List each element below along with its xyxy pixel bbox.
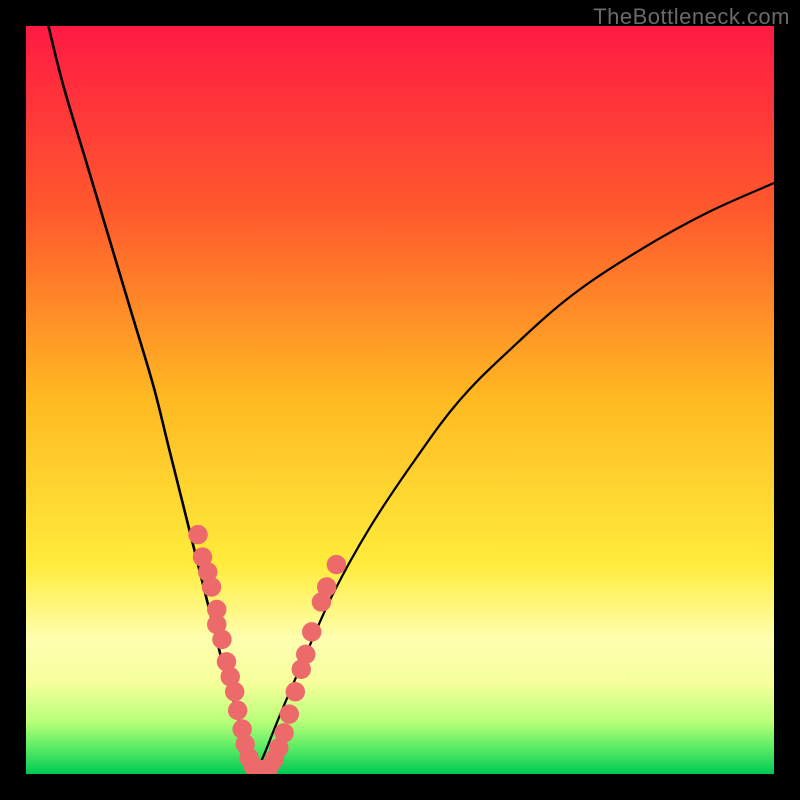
highlight-dot	[274, 723, 293, 742]
chart-frame: TheBottleneck.com	[0, 0, 800, 800]
curve-layer	[26, 26, 774, 774]
highlight-dot	[188, 525, 207, 544]
plot-area	[26, 26, 774, 774]
curve-right-branch	[256, 183, 774, 774]
highlight-dot	[202, 577, 221, 596]
highlight-dot	[280, 704, 299, 723]
highlight-dot	[286, 682, 305, 701]
highlight-dot	[302, 622, 321, 641]
highlight-dot	[228, 701, 247, 720]
highlight-dot	[327, 555, 346, 574]
highlight-dot	[212, 630, 231, 649]
highlight-dot	[296, 645, 315, 664]
highlight-dot	[225, 682, 244, 701]
highlight-dots	[188, 525, 346, 774]
highlight-dot	[317, 577, 336, 596]
